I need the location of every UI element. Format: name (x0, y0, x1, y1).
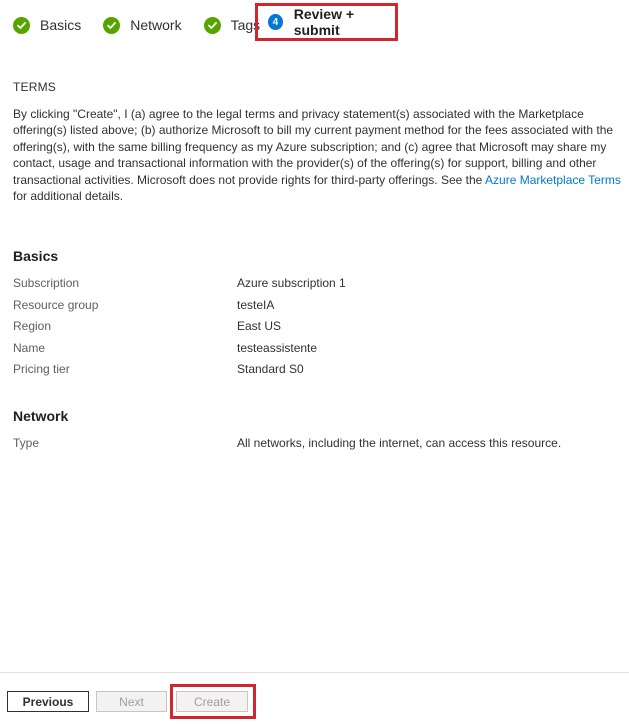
terms-text: By clicking "Create", I (a) agree to the… (13, 106, 623, 204)
summary-row-subscription: Subscription Azure subscription 1 (13, 276, 613, 296)
summary-row-network-type: Type All networks, including the interne… (13, 436, 613, 456)
checkmark-icon (203, 16, 221, 34)
basics-section-title: Basics (13, 248, 59, 264)
summary-label: Resource group (13, 298, 99, 312)
tab-tags[interactable]: Tags (203, 10, 260, 40)
tab-basics-label: Basics (40, 17, 82, 33)
terms-heading: TERMS (13, 80, 56, 94)
summary-label: Region (13, 319, 52, 333)
summary-value: All networks, including the internet, ca… (237, 436, 562, 450)
summary-row-resource-group: Resource group testeIA (13, 298, 613, 318)
checkmark-icon (103, 16, 121, 34)
tab-network[interactable]: Network (103, 10, 182, 40)
summary-row-pricing-tier: Pricing tier Standard S0 (13, 362, 613, 382)
next-button[interactable]: Next (96, 691, 167, 712)
azure-marketplace-terms-link[interactable]: Azure Marketplace Terms (485, 173, 621, 187)
network-section-title: Network (13, 408, 69, 424)
summary-value: Standard S0 (237, 362, 304, 376)
summary-label: Type (13, 436, 40, 450)
wizard-steps: Basics Network Tags 4 Review + submit (13, 3, 398, 41)
tab-network-label: Network (130, 17, 182, 33)
checkmark-icon (13, 16, 30, 34)
previous-button[interactable]: Previous (7, 691, 89, 712)
tab-review-submit[interactable]: 4 Review + submit (255, 3, 398, 41)
create-button[interactable]: Create (176, 691, 248, 712)
review-submit-page: Basics Network Tags 4 Review + submit TE… (0, 0, 629, 727)
step-number-badge: 4 (268, 14, 283, 30)
summary-value: testeassistente (237, 341, 318, 355)
summary-label: Name (13, 341, 46, 355)
tab-review-submit-label: Review + submit (293, 6, 355, 38)
terms-text-end: for additional details. (13, 189, 124, 204)
tab-basics[interactable]: Basics (13, 10, 81, 40)
summary-row-name: Name testeassistente (13, 341, 613, 361)
footer-divider (0, 672, 629, 673)
summary-label: Pricing tier (13, 362, 70, 376)
summary-row-region: Region East US (13, 319, 613, 339)
summary-value: Azure subscription 1 (237, 276, 346, 290)
summary-value: testeIA (237, 298, 275, 312)
summary-label: Subscription (13, 276, 80, 290)
summary-value: East US (237, 319, 282, 333)
